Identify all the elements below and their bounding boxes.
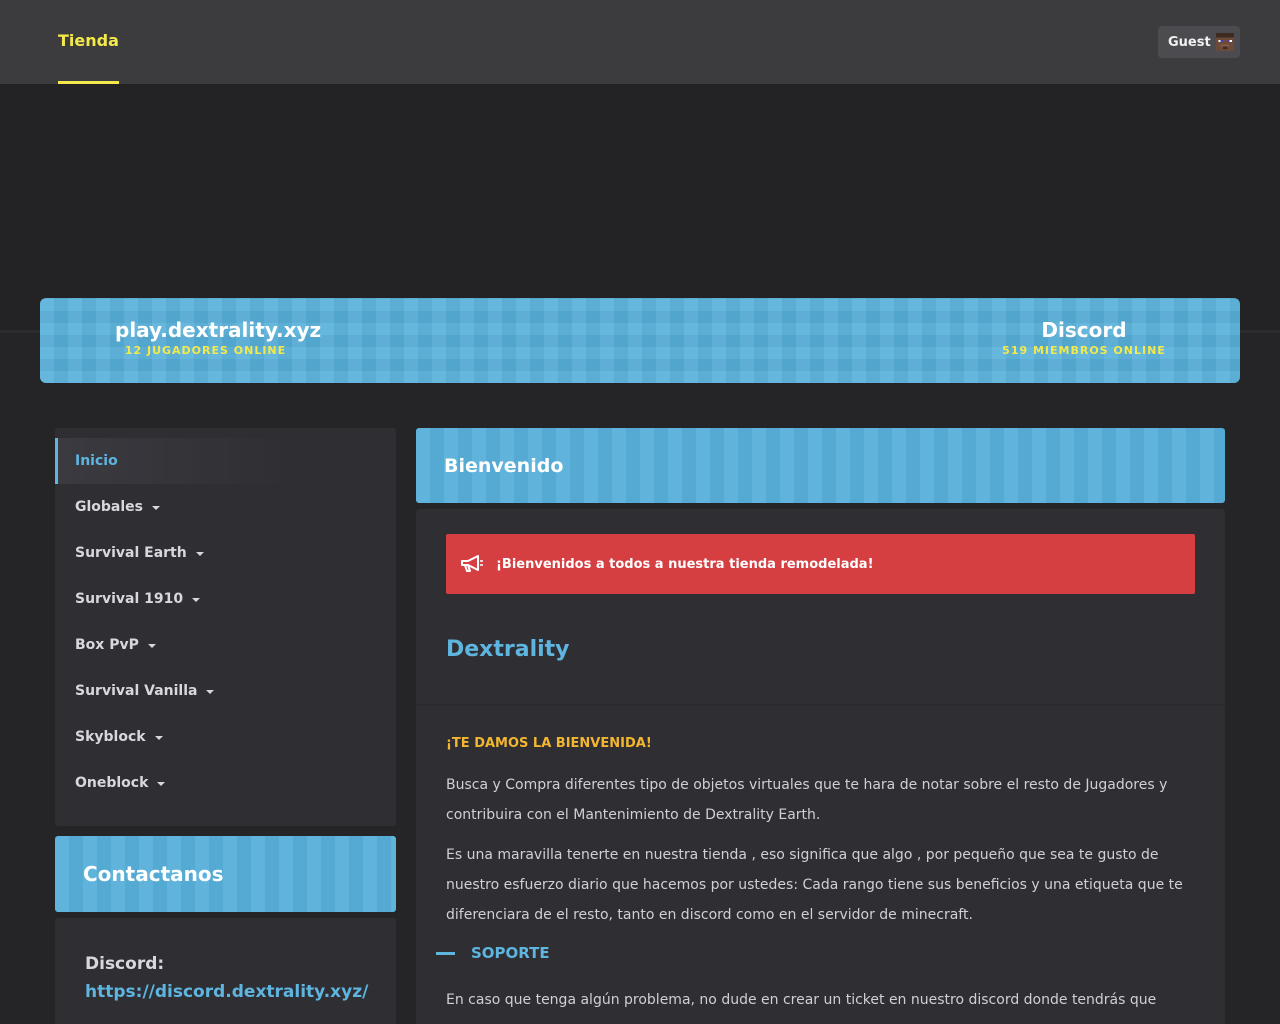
megaphone-icon	[461, 555, 483, 572]
caret-down-icon	[206, 690, 215, 694]
hero-banner	[0, 84, 1280, 334]
welcome-heading: ¡TE DAMOS LA BIENVENIDA!	[446, 736, 652, 751]
sidebar-item-label: Survival 1910	[75, 591, 184, 607]
nav-tab-tienda[interactable]: Tienda	[58, 0, 119, 84]
caret-down-icon	[195, 552, 204, 556]
sidebar-item-label: Survival Earth	[75, 545, 187, 561]
server-address: play.dextrality.xyz	[115, 318, 322, 342]
sidebar-item-label: Skyblock	[75, 729, 146, 745]
user-menu-button[interactable]: Guest	[1158, 26, 1240, 58]
user-label: Guest	[1168, 34, 1211, 50]
sidebar-item-oneblock[interactable]: Oneblock	[55, 760, 396, 806]
discord-title: Discord	[1041, 318, 1127, 342]
sidebar-item-label: Oneblock	[75, 775, 149, 791]
discord-link[interactable]: https://discord.dextrality.xyz/	[85, 982, 368, 1002]
support-heading: SOPORTE	[436, 944, 550, 962]
player-avatar-icon	[1216, 33, 1234, 51]
sidebar-item-label: Survival Vanilla	[75, 683, 198, 699]
sidebar-item-globales[interactable]: Globales	[55, 484, 396, 530]
caret-down-icon	[154, 736, 163, 740]
thanks-paragraph: Es una maravilla tenerte en nuestra tien…	[446, 847, 1183, 923]
sidebar-item-label: Box PvP	[75, 637, 139, 653]
category-sidebar: Inicio Globales Survival Earth Survival …	[55, 428, 396, 826]
caret-down-icon	[192, 598, 201, 602]
sidebar-item-label: Inicio	[75, 453, 118, 469]
sidebar-item-inicio[interactable]: Inicio	[55, 438, 396, 484]
contact-panel: Discord: https://discord.dextrality.xyz/	[55, 918, 396, 1024]
sidebar-item-survival-1910[interactable]: Survival 1910	[55, 576, 396, 622]
sidebar-item-survival-earth[interactable]: Survival Earth	[55, 530, 396, 576]
discord-members: 519 MIEMBROS ONLINE	[1002, 344, 1166, 357]
alert-text: ¡Bienvenidos a todos a nuestra tienda re…	[496, 556, 874, 572]
content-divider	[416, 704, 1225, 706]
main-content-panel: ¡Bienvenidos a todos a nuestra tienda re…	[416, 509, 1225, 1024]
page-title: Bienvenido	[416, 428, 1225, 503]
players-online: 12 JUGADORES ONLINE	[124, 344, 287, 357]
caret-down-icon	[157, 782, 166, 786]
discord-block[interactable]: Discord 519 MIEMBROS ONLINE	[995, 318, 1173, 357]
support-paragraph: En caso que tenga algún problema, no dud…	[446, 992, 1157, 1008]
sidebar-item-label: Globales	[75, 499, 144, 515]
intro-paragraph: Busca y Compra diferentes tipo de objeto…	[446, 777, 1168, 823]
support-label: SOPORTE	[471, 944, 550, 962]
caret-down-icon	[147, 644, 156, 648]
store-brand-title: Dextrality	[446, 637, 570, 662]
top-navbar: Tienda Guest	[0, 0, 1280, 84]
sidebar-item-survival-vanilla[interactable]: Survival Vanilla	[55, 668, 396, 714]
server-address-block[interactable]: play.dextrality.xyz 12 JUGADORES ONLINE	[115, 318, 322, 357]
caret-down-icon	[152, 506, 161, 510]
announcement-alert: ¡Bienvenidos a todos a nuestra tienda re…	[446, 534, 1195, 594]
sidebar-item-skyblock[interactable]: Skyblock	[55, 714, 396, 760]
server-info-bar: play.dextrality.xyz 12 JUGADORES ONLINE …	[40, 298, 1240, 383]
sidebar-item-box-pvp[interactable]: Box PvP	[55, 622, 396, 668]
contact-header: Contactanos	[55, 836, 396, 912]
dash-icon	[436, 951, 455, 955]
discord-label: Discord:	[85, 954, 165, 974]
